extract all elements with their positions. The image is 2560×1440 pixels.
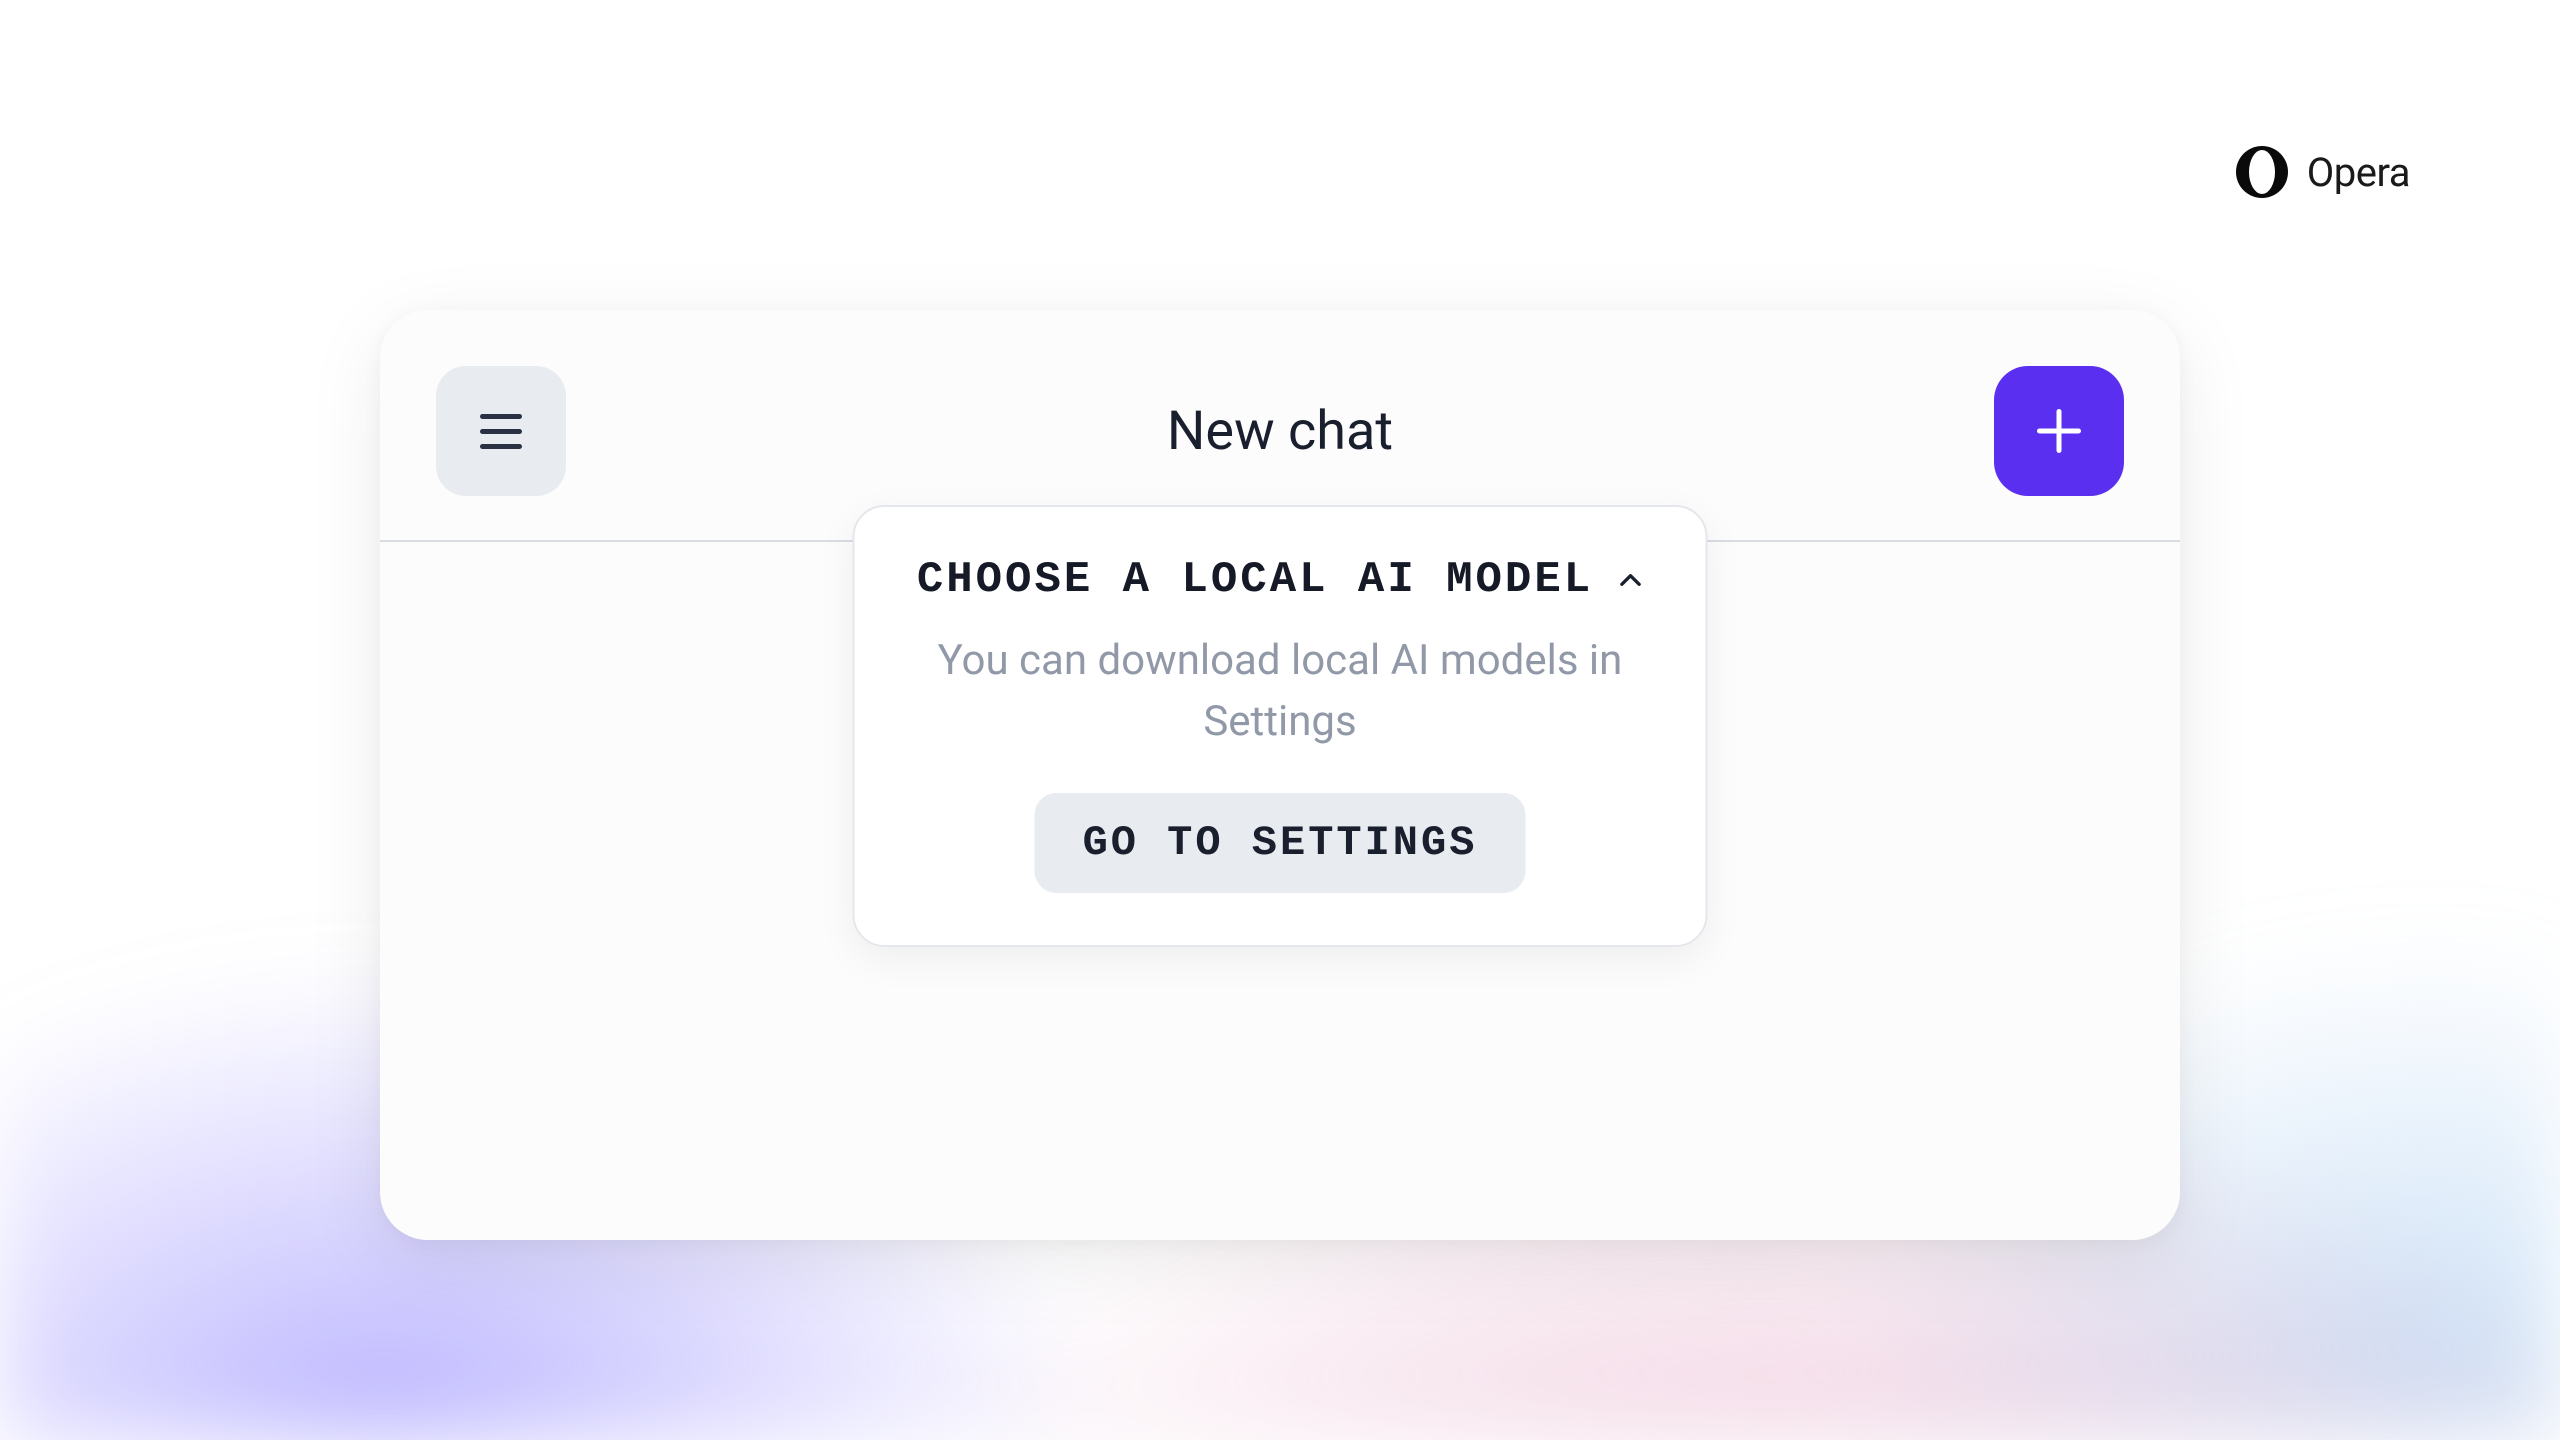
page-title: New chat	[1167, 400, 1393, 463]
menu-button[interactable]	[436, 366, 566, 496]
hamburger-icon	[480, 414, 522, 449]
model-selector-description: You can download local AI models in Sett…	[903, 631, 1658, 753]
model-selector-title: CHOOSE A LOCAL AI MODEL	[917, 555, 1593, 605]
opera-logo: Opera	[2235, 145, 2410, 199]
opera-logo-icon	[2235, 145, 2289, 199]
opera-logo-text: Opera	[2307, 149, 2410, 196]
new-chat-button[interactable]	[1994, 366, 2124, 496]
chat-header: New chat	[380, 310, 2180, 496]
model-selector-header[interactable]: CHOOSE A LOCAL AI MODEL	[903, 555, 1658, 605]
chat-card: New chat CHOOSE A LOCAL AI MODEL You can…	[380, 310, 2180, 1240]
chevron-up-icon	[1617, 567, 1643, 593]
model-selector-panel: CHOOSE A LOCAL AI MODEL You can download…	[853, 505, 1708, 947]
plus-icon	[2037, 409, 2081, 453]
go-to-settings-button[interactable]: GO TO SETTINGS	[1035, 793, 1526, 893]
